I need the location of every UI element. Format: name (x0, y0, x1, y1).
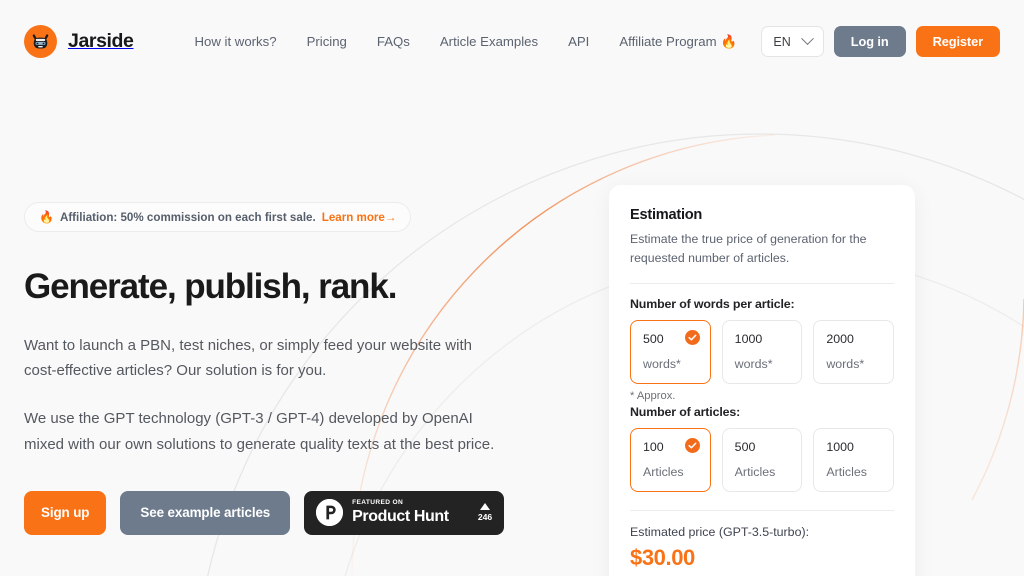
product-hunt-text: FEATURED ON Product Hunt (352, 500, 449, 525)
nav-label: API (568, 34, 590, 49)
estimated-price-value: $30.00 (630, 544, 695, 570)
nav-how-it-works[interactable]: How it works? (180, 28, 292, 55)
words-option-500[interactable]: 500 words* (630, 319, 711, 384)
affiliation-text: Affiliation: 50% commission on each firs… (59, 210, 316, 224)
option-number: 1000 (734, 331, 763, 346)
words-option-1000[interactable]: 1000 words* (721, 319, 803, 384)
words-option-group: 500 words* 1000 words* 2000 words* (630, 319, 895, 384)
estimated-price-label: Estimated price (GPT-3.5-turbo): (630, 524, 810, 539)
header-actions: EN Log in Register (761, 26, 1000, 57)
login-button[interactable]: Log in (833, 26, 906, 57)
flame-icon: 🔥 (720, 33, 738, 49)
hero-paragraph-2: We use the GPT technology (GPT-3 / GPT-4… (24, 410, 495, 453)
nav-label: Pricing (306, 34, 347, 49)
nav-pricing[interactable]: Pricing (292, 28, 362, 55)
language-selector[interactable]: EN (761, 26, 824, 57)
articles-option-group: 100 Articles 500 Articles 1000 Articles (630, 427, 895, 492)
hero-section: 🔥 Affiliation: 50% commission on each fi… (24, 202, 524, 535)
option-unit: words* (734, 356, 773, 371)
landing-page: Jarside How it works? Pricing FAQs Artic… (0, 0, 1024, 576)
product-hunt-title: Product Hunt (352, 507, 449, 525)
check-circle-icon (684, 329, 700, 345)
number-of-articles-label: Number of articles: (630, 404, 741, 419)
product-hunt-votes: 246 (478, 503, 492, 522)
approx-note: * Approx. (630, 389, 676, 402)
upvote-arrow-icon (479, 503, 490, 511)
option-unit: Articles (826, 464, 867, 479)
brand-logo[interactable]: Jarside (24, 25, 134, 58)
chevron-down-icon (800, 32, 814, 46)
site-header: Jarside How it works? Pricing FAQs Artic… (0, 0, 1024, 83)
hero-paragraph-1: Want to launch a PBN, test niches, or si… (24, 336, 472, 380)
option-unit: words* (643, 356, 681, 371)
learn-more-link[interactable]: Learn more→ (322, 211, 397, 224)
nav-label: How it works? (194, 34, 277, 49)
register-button[interactable]: Register (915, 26, 1000, 57)
option-unit: words* (826, 356, 865, 371)
option-number: 1000 (826, 439, 854, 454)
nav-article-examples[interactable]: Article Examples (425, 28, 553, 55)
brand-name: Jarside (68, 30, 134, 52)
cta-row: Sign up See example articles FEATURED ON… (24, 490, 524, 535)
articles-option-100[interactable]: 100 Articles (630, 427, 711, 492)
estimation-title: Estimation (630, 207, 703, 223)
product-hunt-icon (316, 499, 344, 527)
product-hunt-badge[interactable]: FEATURED ON Product Hunt 246 (304, 490, 505, 535)
nav-api[interactable]: API (553, 28, 604, 55)
robot-face-icon (24, 25, 57, 58)
language-value: EN (773, 34, 791, 49)
nav-label: FAQs (376, 34, 410, 49)
divider (630, 282, 894, 284)
page-title: Generate, publish, rank. (24, 267, 397, 306)
estimation-card: Estimation Estimate the true price of ge… (609, 185, 915, 576)
see-example-articles-button[interactable]: See example articles (120, 490, 291, 535)
product-hunt-vote-count: 246 (477, 512, 493, 523)
affiliation-banner[interactable]: 🔥 Affiliation: 50% commission on each fi… (24, 202, 412, 232)
estimation-description: Estimate the true price of generation fo… (630, 232, 867, 266)
nav-affiliate-program[interactable]: Affiliate Program 🔥 (604, 28, 752, 56)
check-circle-icon (684, 437, 700, 453)
words-per-article-label: Number of words per article: (630, 296, 795, 311)
sign-up-button[interactable]: Sign up (24, 490, 107, 535)
flame-icon: 🔥 (39, 210, 54, 224)
nav-label: Affiliate Program (619, 34, 717, 49)
nav-faqs[interactable]: FAQs (362, 28, 425, 55)
option-unit: Articles (734, 464, 776, 479)
words-option-2000[interactable]: 2000 words* (813, 319, 895, 384)
nav-label: Article Examples (439, 34, 539, 49)
option-unit: Articles (643, 464, 684, 479)
articles-option-1000[interactable]: 1000 Articles (813, 427, 895, 492)
articles-option-500[interactable]: 500 Articles (721, 427, 803, 492)
main-nav: How it works? Pricing FAQs Article Examp… (180, 28, 753, 56)
option-number: 2000 (826, 331, 854, 346)
option-number: 500 (734, 439, 756, 454)
product-hunt-featured-label: FEATURED ON (352, 499, 404, 507)
divider (630, 509, 894, 511)
